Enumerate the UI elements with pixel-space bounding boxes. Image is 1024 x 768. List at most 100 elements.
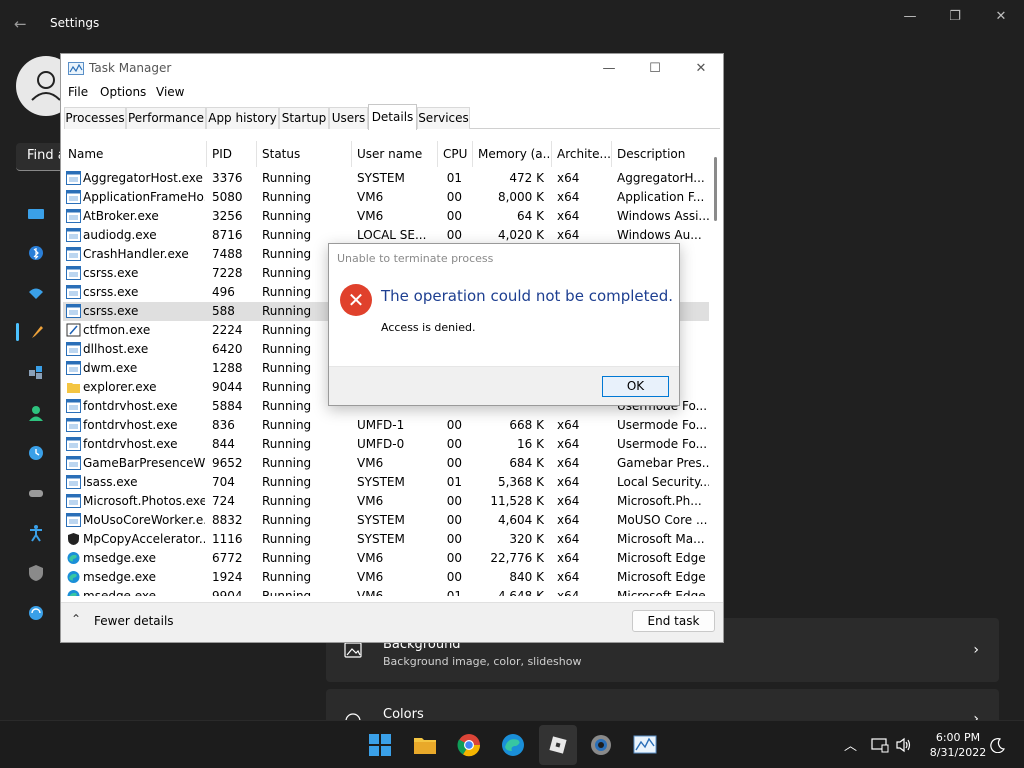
privacy-shield-icon[interactable] [26,563,46,583]
table-row[interactable]: lsass.exe 704 Running SYSTEM 01 5,368 K x64 Loc… [63,473,709,492]
column-header-cpu[interactable]: CPU [438,141,473,167]
cell-pid: 6772 [212,551,243,565]
application-window-icon [66,475,81,489]
tab-app-history[interactable]: App history [206,107,279,129]
table-row[interactable]: fontdrvhost.exe 844 Running UMFD-0 00 16 K x64… [63,435,709,454]
tab-startup[interactable]: Startup [279,107,329,129]
edge-icon[interactable] [500,732,526,758]
table-row[interactable]: AtBroker.exe 3256 Running VM6 00 64 K x64 Windo… [63,207,709,226]
cell-user: SYSTEM [357,171,405,185]
maximize-icon[interactable]: ☐ [640,59,670,79]
tab-services[interactable]: Services [417,107,470,129]
column-header-memory[interactable]: Memory (a... [473,141,552,167]
tab-processes[interactable]: Processes [64,107,126,129]
minimize-icon[interactable]: — [901,8,919,26]
column-header-name[interactable]: Name [63,141,207,167]
column-header-status[interactable]: Status [257,141,352,167]
cell-pid: 8716 [212,228,243,242]
cell-desc: Usermode Fo... [617,418,708,432]
cell-name: csrss.exe [83,304,139,318]
edge-icon [67,571,80,583]
menu-view[interactable]: View [156,85,184,99]
menu-file[interactable]: File [68,85,88,99]
bluetooth-icon[interactable] [26,243,46,263]
close-icon[interactable]: ✕ [992,8,1010,26]
task-manager-taskbar-icon[interactable] [632,732,658,758]
vertical-scrollbar[interactable] [709,141,721,596]
cell-pid: 9652 [212,456,243,470]
application-window-icon [66,342,81,356]
chevron-up-icon[interactable]: ⌃ [71,612,81,626]
end-task-button[interactable]: End task [632,610,715,632]
file-explorer-icon[interactable] [412,732,438,758]
network-status-icon[interactable] [871,737,889,753]
start-windows-icon[interactable] [367,732,393,758]
menu-options[interactable]: Options [100,85,146,99]
minimize-icon[interactable]: — [594,59,624,79]
ok-button[interactable]: OK [602,376,669,397]
cell-name: MpCopyAccelerator.... [83,532,205,546]
table-row[interactable]: MoUsoCoreWorker.e... 8832 Running SYSTEM 00 4… [63,511,709,530]
windows-update-icon[interactable] [26,603,46,623]
fewer-details-link[interactable]: Fewer details [94,614,174,628]
volume-icon[interactable] [895,737,913,753]
network-icon[interactable] [26,283,46,303]
cell-cpu: 00 [446,513,462,527]
gaming-icon[interactable] [26,483,46,503]
dialog-detail-text: Access is denied. [381,321,476,334]
table-row[interactable]: AggregatorHost.exe 3376 Running SYSTEM 01 472… [63,169,709,188]
cell-status: Running [262,494,312,508]
cell-desc: Local Security... [617,475,709,489]
scrollbar-thumb[interactable] [714,157,717,221]
tab-performance[interactable]: Performance [126,107,206,129]
dialog-footer: OK [329,366,679,405]
dialog-title: Unable to terminate process [337,252,494,265]
application-window-icon [66,285,81,299]
cell-mem: 4,648 K [497,589,544,596]
restore-icon[interactable]: ❐ [946,8,964,26]
table-row[interactable]: fontdrvhost.exe 836 Running UMFD-1 00 668 K x6… [63,416,709,435]
table-row[interactable]: msedge.exe 6772 Running VM6 00 22,776 K x64 Mic… [63,549,709,568]
task-manager-titlebar[interactable]: Task Manager — ☐ ✕ [61,54,723,84]
column-header-description[interactable]: Description [612,141,709,167]
accounts-icon[interactable] [26,403,46,423]
cell-name: ApplicationFrameHo... [83,190,205,204]
back-arrow-icon[interactable]: ← [14,14,34,34]
settings-gear-icon[interactable] [588,732,614,758]
chrome-icon[interactable] [456,732,482,758]
table-row[interactable]: Microsoft.Photos.exe 724 Running VM6 00 11,52… [63,492,709,511]
accessibility-icon[interactable] [26,523,46,543]
roblox-icon[interactable] [545,732,571,758]
column-header-user-name[interactable]: User name [352,141,438,167]
cell-cpu: 00 [446,418,462,432]
close-icon[interactable]: ✕ [686,59,716,79]
tab-details[interactable]: Details [368,104,417,130]
personalization-brush-icon[interactable] [26,323,46,343]
table-row[interactable]: msedge.exe 9904 Running VM6 01 4,648 K x64 Micr… [63,587,709,596]
chevron-up-icon[interactable]: ︿ [844,735,857,754]
cell-name: csrss.exe [83,266,139,280]
tab-users[interactable]: Users [329,107,368,129]
cell-desc: Microsoft Edge [617,589,706,596]
cell-status: Running [262,570,312,584]
time-language-icon[interactable] [26,443,46,463]
cell-status: Running [262,551,312,565]
column-header-architecture[interactable]: Archite... [552,141,612,167]
cell-arch: x64 [557,456,580,470]
column-header-pid[interactable]: PID [207,141,257,167]
cell-status: Running [262,589,312,596]
table-row[interactable]: MpCopyAccelerator.... 1116 Running SYSTEM 00… [63,530,709,549]
table-row[interactable]: msedge.exe 1924 Running VM6 00 840 K x64 Micros… [63,568,709,587]
error-icon: ✕ [340,284,372,316]
table-row[interactable]: ApplicationFrameHo... 5080 Running VM6 00 8,0… [63,188,709,207]
table-row[interactable]: GameBarPresenceWr... 9652 Running VM6 00 684 … [63,454,709,473]
application-window-icon [66,361,81,375]
focus-moon-icon[interactable] [988,737,1006,753]
cell-user: SYSTEM [357,513,405,527]
taskbar-clock[interactable]: 6:00 PM 8/31/2022 [918,730,998,760]
apps-icon[interactable] [26,363,46,383]
system-icon[interactable] [26,205,46,225]
cell-name: explorer.exe [83,380,157,394]
error-dialog: Unable to terminate process ✕ The operat… [328,243,680,406]
cell-cpu: 00 [446,209,462,223]
